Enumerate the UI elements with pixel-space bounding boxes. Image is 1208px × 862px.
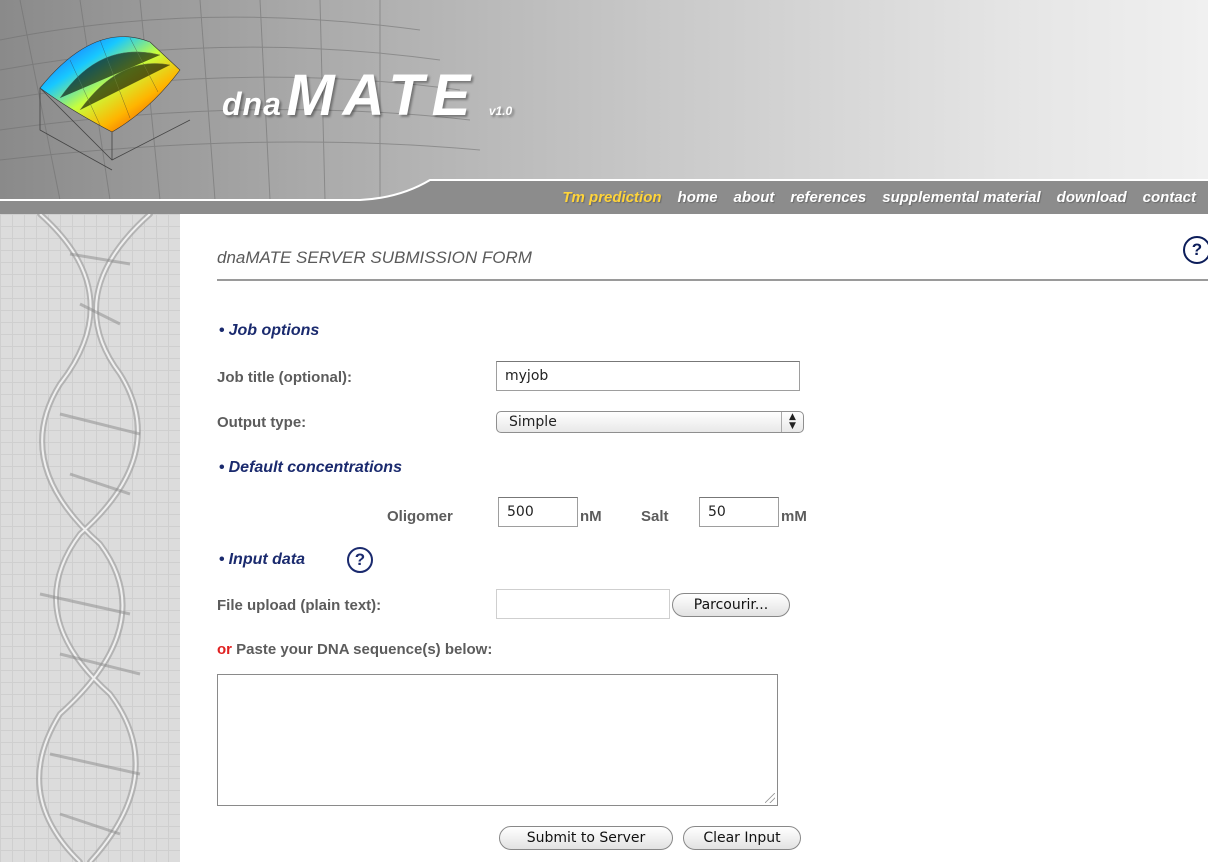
output-type-label: Output type: bbox=[217, 414, 307, 431]
site-header: dna MATE v1.0 Tm prediction home about r… bbox=[0, 0, 1208, 214]
bullet-icon: • bbox=[219, 551, 225, 568]
paste-or: or bbox=[217, 641, 232, 658]
job-title-input[interactable] bbox=[496, 361, 800, 391]
submit-button[interactable]: Submit to Server bbox=[499, 826, 673, 850]
section-default-concentrations: • Default concentrations bbox=[219, 459, 402, 477]
nav-references[interactable]: references bbox=[790, 189, 866, 206]
clear-button[interactable]: Clear Input bbox=[683, 826, 801, 850]
browse-button[interactable]: Parcourir... bbox=[672, 593, 790, 617]
page-title: dnaMATE SERVER SUBMISSION FORM bbox=[217, 248, 532, 267]
select-arrows-icon: ▲ ▼ bbox=[781, 412, 803, 432]
section-input-data: • Input data bbox=[219, 551, 305, 569]
logo-version: v1.0 bbox=[488, 104, 513, 118]
oligomer-label: Oligomer bbox=[387, 508, 453, 525]
output-type-select[interactable]: Simple ▲ ▼ bbox=[496, 411, 804, 433]
main-nav: Tm prediction home about references supp… bbox=[546, 186, 1196, 208]
job-title-label: Job title (optional): bbox=[217, 369, 352, 386]
nav-download[interactable]: download bbox=[1057, 189, 1127, 206]
section-input-data-label: Input data bbox=[228, 551, 306, 568]
oligomer-input[interactable] bbox=[498, 497, 578, 527]
salt-unit: mM bbox=[781, 508, 807, 525]
section-job-options-label: Job options bbox=[228, 322, 320, 339]
nav-about[interactable]: about bbox=[734, 189, 775, 206]
nav-home[interactable]: home bbox=[678, 189, 718, 206]
nav-supplemental-material[interactable]: supplemental material bbox=[882, 189, 1040, 206]
title-divider bbox=[217, 279, 1208, 281]
nav-contact[interactable]: contact bbox=[1143, 189, 1196, 206]
paste-label: or Paste your DNA sequence(s) below: bbox=[217, 641, 492, 658]
site-logo: dna MATE v1.0 bbox=[222, 62, 512, 129]
paste-label-text: Paste your DNA sequence(s) below: bbox=[236, 641, 493, 658]
bullet-icon: • bbox=[219, 322, 225, 339]
input-data-help-icon[interactable]: ? bbox=[347, 547, 373, 573]
bullet-icon: • bbox=[219, 459, 225, 476]
oligomer-unit: nM bbox=[580, 508, 602, 525]
logo-prefix: dna bbox=[222, 86, 282, 122]
file-upload-label: File upload (plain text): bbox=[217, 597, 382, 614]
output-type-value: Simple bbox=[509, 414, 557, 430]
logo-name: MATE bbox=[286, 63, 479, 128]
salt-label: Salt bbox=[641, 508, 669, 525]
nav-tm-prediction[interactable]: Tm prediction bbox=[562, 189, 661, 206]
file-upload-field[interactable] bbox=[496, 589, 670, 619]
dna-molecule-sidebar-graphic bbox=[0, 214, 180, 862]
sequence-textarea[interactable] bbox=[217, 674, 778, 806]
resize-grip-icon[interactable] bbox=[765, 793, 775, 803]
section-concentrations-label: Default concentrations bbox=[228, 459, 402, 476]
salt-input[interactable] bbox=[699, 497, 779, 527]
dna-molecule-icon bbox=[36, 214, 153, 862]
help-icon[interactable]: ? bbox=[1183, 236, 1208, 264]
section-job-options: • Job options bbox=[219, 322, 319, 340]
